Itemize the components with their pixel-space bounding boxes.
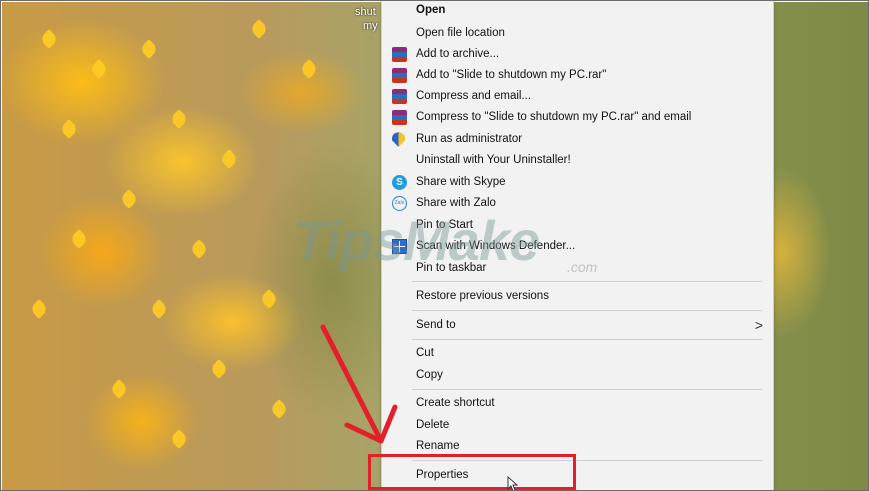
menu-item-label: Open (416, 4, 446, 16)
menu-item-compress-to-rar-and-email[interactable]: Compress to "Slide to shutdown my PC.rar… (382, 107, 773, 128)
annotation-arrow-icon (320, 324, 398, 444)
menu-item-delete[interactable]: Delete (382, 415, 773, 436)
menu-item-label: Uninstall with Your Uninstaller! (416, 154, 571, 166)
menu-item-label: Delete (416, 419, 450, 431)
desktop-icon-label[interactable]: shut my (355, 5, 378, 33)
menu-item-label: Cut (416, 347, 434, 359)
menu-item-share-with-skype[interactable]: S Share with Skype (382, 172, 773, 193)
menu-item-label: Open file location (416, 27, 505, 39)
menu-item-label: Create shortcut (416, 397, 495, 409)
winrar-icon (392, 110, 407, 125)
screenshot-frame: shut my Open Open file location Add to a… (0, 0, 869, 491)
menu-item-label: Add to "Slide to shutdown my PC.rar" (416, 69, 607, 81)
desktop-icon-label-line2: my (363, 20, 378, 32)
winrar-icon (392, 89, 407, 104)
menu-separator (412, 310, 762, 311)
menu-item-copy[interactable]: Copy (382, 365, 773, 386)
menu-separator (412, 339, 762, 340)
menu-item-send-to[interactable]: Send to > (382, 315, 773, 336)
menu-item-compress-and-email[interactable]: Compress and email... (382, 86, 773, 107)
menu-item-open[interactable]: Open (382, 1, 773, 21)
menu-item-label: Rename (416, 440, 460, 452)
menu-item-cut[interactable]: Cut (382, 343, 773, 364)
winrar-icon (392, 47, 407, 62)
watermark-suffix: .com (567, 259, 598, 275)
menu-separator (412, 281, 762, 282)
menu-item-open-file-location[interactable]: Open file location (382, 23, 773, 44)
properties-highlight-box (368, 454, 576, 490)
menu-item-label: Run as administrator (416, 133, 523, 145)
watermark: TipsMake (293, 208, 540, 273)
chevron-right-icon: > (754, 317, 763, 333)
skype-icon: S (392, 175, 407, 190)
menu-item-run-as-administrator[interactable]: Run as administrator (382, 129, 773, 150)
mouse-pointer-icon (507, 476, 519, 490)
menu-item-label: Restore previous versions (416, 290, 549, 302)
menu-item-label: Copy (416, 369, 443, 381)
menu-separator (412, 389, 762, 390)
menu-item-label: Send to (416, 319, 456, 331)
menu-item-label: Compress and email... (416, 90, 532, 102)
desktop-icon-label-line1: shut (355, 6, 376, 18)
menu-item-label: Add to archive... (416, 48, 500, 60)
menu-item-label: Share with Skype (416, 176, 506, 188)
menu-item-label: Compress to "Slide to shutdown my PC.rar… (416, 111, 692, 123)
menu-item-create-shortcut[interactable]: Create shortcut (382, 393, 773, 414)
menu-item-restore-previous-versions[interactable]: Restore previous versions (382, 286, 773, 307)
winrar-icon (392, 68, 407, 83)
watermark-text: TipsMake (293, 209, 540, 272)
uac-shield-icon (392, 132, 405, 147)
menu-item-uninstall[interactable]: Uninstall with Your Uninstaller! (382, 150, 773, 171)
menu-item-add-to-rar[interactable]: Add to "Slide to shutdown my PC.rar" (382, 65, 773, 86)
menu-item-add-to-archive[interactable]: Add to archive... (382, 44, 773, 65)
